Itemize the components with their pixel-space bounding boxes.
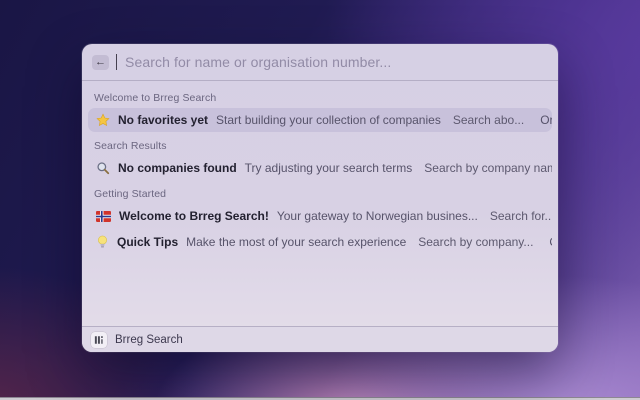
brreg-search-window: ← Search for name or organisation number… bbox=[82, 44, 558, 352]
section-header-getting-started: Getting Started bbox=[94, 188, 167, 200]
back-button[interactable]: ← bbox=[92, 54, 109, 70]
footer-app-name: Brreg Search bbox=[115, 333, 183, 346]
arrow-left-icon: ← bbox=[95, 55, 106, 68]
search-bar: ← Search for name or organisation number… bbox=[82, 44, 558, 81]
section-header-search-results: Search Results bbox=[94, 140, 167, 152]
list-item-no-favorites[interactable]: No favorites yet Start building your col… bbox=[88, 108, 552, 132]
star-icon bbox=[96, 113, 110, 127]
item-subtitle: Try adjusting your search terms bbox=[244, 161, 413, 175]
item-subtitle: Your gateway to Norwegian busines... bbox=[276, 209, 478, 223]
norway-flag-icon bbox=[96, 210, 111, 222]
item-accessory: Search by company... bbox=[418, 235, 534, 249]
item-right-accessory: Or organization number bbox=[549, 235, 552, 249]
results-list: Welcome to Brreg Search No favorites yet… bbox=[82, 81, 558, 326]
window-footer: Brreg Search bbox=[82, 326, 558, 352]
item-title: No favorites yet bbox=[118, 113, 209, 127]
text-cursor bbox=[116, 54, 117, 70]
brreg-logo-icon bbox=[91, 331, 107, 348]
item-right-accessory: Organize with custom emojis bbox=[540, 113, 552, 127]
item-accessory: Search for... bbox=[489, 209, 552, 223]
lightbulb-icon bbox=[96, 235, 109, 249]
item-accessory: Search abo... bbox=[452, 113, 525, 127]
list-item-quick-tips[interactable]: Quick Tips Make the most of your search … bbox=[88, 230, 552, 254]
list-item-no-companies[interactable]: No companies found Try adjusting your se… bbox=[88, 156, 552, 180]
item-subtitle: Start building your collection of compan… bbox=[216, 113, 441, 127]
item-title: No companies found bbox=[118, 161, 237, 175]
item-subtitle: Make the most of your search experience bbox=[186, 235, 407, 249]
item-title: Welcome to Brreg Search! bbox=[119, 209, 269, 223]
section-header-welcome: Welcome to Brreg Search bbox=[94, 92, 217, 104]
item-title: Quick Tips bbox=[117, 235, 179, 249]
list-item-welcome[interactable]: Welcome to Brreg Search! Your gateway to… bbox=[88, 204, 552, 228]
magnifier-icon bbox=[96, 161, 110, 175]
item-accessory: Search by company name bbox=[424, 161, 552, 175]
search-input[interactable]: Search for name or organisation number..… bbox=[125, 54, 391, 70]
